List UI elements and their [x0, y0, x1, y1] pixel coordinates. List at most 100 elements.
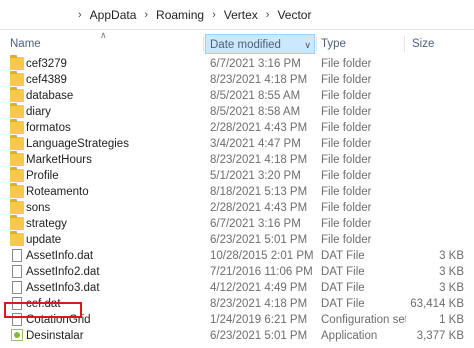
- breadcrumb: › AppData › Roaming › Vertex › Vector: [78, 8, 311, 22]
- list-item[interactable]: cef3279 6/7/2021 3:16 PM File folder: [0, 55, 474, 72]
- item-size: 3 KB: [439, 266, 464, 278]
- item-date: 3/4/2021 4:47 PM: [210, 138, 301, 150]
- folder-icon: [10, 71, 24, 86]
- item-date: 8/5/2021 8:55 AM: [210, 90, 301, 102]
- item-date: 6/7/2021 3:16 PM: [210, 58, 301, 70]
- item-date: 6/23/2021 5:01 PM: [210, 330, 308, 342]
- item-type: File folder: [321, 234, 372, 246]
- list-item[interactable]: Roteamento 8/18/2021 5:13 PM File folder: [0, 183, 474, 200]
- item-size: 3 KB: [439, 282, 464, 294]
- item-date: 8/23/2021 4:18 PM: [210, 298, 308, 310]
- item-type: Configuration sett...: [321, 314, 406, 326]
- column-header-row: ∧ Name Date modified ∨ Type Size: [0, 30, 474, 56]
- item-type: File folder: [321, 170, 372, 182]
- item-size: 1 KB: [439, 314, 464, 326]
- address-bar[interactable]: › AppData › Roaming › Vertex › Vector: [0, 0, 474, 30]
- column-divider[interactable]: [404, 36, 405, 52]
- item-name: AssetInfo3.dat: [26, 282, 100, 294]
- item-date: 2/28/2021 4:43 PM: [210, 202, 308, 214]
- item-date: 8/5/2021 8:58 AM: [210, 106, 301, 118]
- column-date-modified[interactable]: Date modified ∨: [205, 34, 315, 54]
- list-item[interactable]: Profile 5/1/2021 3:20 PM File folder: [0, 167, 474, 184]
- list-item[interactable]: database 8/5/2021 8:55 AM File folder: [0, 87, 474, 104]
- file-icon: [12, 249, 22, 262]
- item-name: cef3279: [26, 58, 67, 70]
- item-date: 1/24/2019 6:21 PM: [210, 314, 308, 326]
- item-date: 6/7/2021 3:16 PM: [210, 218, 301, 230]
- item-date: 4/12/2021 4:49 PM: [210, 282, 308, 294]
- item-type: File folder: [321, 202, 372, 214]
- list-item[interactable]: strategy 6/7/2021 3:16 PM File folder: [0, 215, 474, 232]
- item-name: formatos: [26, 122, 71, 134]
- list-item[interactable]: update 6/23/2021 5:01 PM File folder: [0, 231, 474, 248]
- item-name: database: [26, 90, 74, 102]
- breadcrumb-item[interactable]: Roaming: [156, 8, 204, 22]
- list-item[interactable]: AssetInfo.dat 10/28/2015 2:01 PM DAT File 3…: [0, 248, 474, 264]
- folder-icon: [10, 119, 24, 134]
- item-size: 63,414 KB: [410, 298, 464, 310]
- file-icon: [12, 281, 22, 294]
- item-name: update: [26, 234, 62, 246]
- list-item[interactable]: AssetInfo2.dat 7/21/2016 11:06 PM DAT File…: [0, 264, 474, 280]
- item-name: diary: [26, 106, 51, 118]
- breadcrumb-item[interactable]: Vector: [277, 8, 311, 22]
- item-name: Profile: [26, 170, 59, 182]
- item-name: cef4389: [26, 74, 67, 86]
- chevron-right-icon[interactable]: ›: [144, 9, 148, 21]
- item-type: File folder: [321, 74, 372, 86]
- file-icon: [12, 265, 22, 278]
- folder-icon: [10, 167, 24, 182]
- item-date: 7/21/2016 11:06 PM: [210, 266, 313, 278]
- column-divider[interactable]: [203, 36, 204, 52]
- folder-icon: [10, 55, 24, 70]
- list-item[interactable]: sons 2/28/2021 4:43 PM File folder: [0, 199, 474, 216]
- highlight-annotation: [4, 302, 82, 318]
- chevron-right-icon[interactable]: ›: [212, 9, 216, 21]
- item-date: 8/23/2021 4:18 PM: [210, 154, 308, 166]
- item-size: 3 KB: [439, 250, 464, 262]
- item-type: File folder: [321, 154, 372, 166]
- column-size[interactable]: Size: [412, 34, 462, 54]
- item-name: LanguageStrategies: [26, 138, 129, 150]
- item-date: 8/18/2021 5:13 PM: [210, 186, 308, 198]
- column-divider[interactable]: [316, 36, 317, 52]
- item-name: Roteamento: [26, 186, 89, 198]
- item-name: AssetInfo2.dat: [26, 266, 100, 278]
- column-type[interactable]: Type: [321, 34, 401, 54]
- item-type: File folder: [321, 186, 372, 198]
- list-item[interactable]: formatos 2/28/2021 4:43 PM File folder: [0, 119, 474, 136]
- item-size: 3,377 KB: [416, 330, 464, 342]
- item-type: DAT File: [321, 266, 365, 278]
- column-date-label: Date modified: [210, 39, 281, 51]
- item-type: Application: [321, 330, 378, 342]
- chevron-right-icon[interactable]: ›: [78, 9, 82, 21]
- list-item[interactable]: AssetInfo3.dat 4/12/2021 4:49 PM DAT File 3…: [0, 280, 474, 296]
- folder-icon: [10, 199, 24, 214]
- list-item[interactable]: MarketHours 8/23/2021 4:18 PM File folder: [0, 151, 474, 168]
- breadcrumb-item[interactable]: Vertex: [224, 8, 258, 22]
- chevron-down-icon[interactable]: ∨: [304, 35, 311, 55]
- folder-icon: [10, 151, 24, 166]
- list-item[interactable]: LanguageStrategies 3/4/2021 4:47 PM File f…: [0, 135, 474, 152]
- list-item[interactable]: diary 8/5/2021 8:58 AM File folder: [0, 103, 474, 120]
- item-type: File folder: [321, 106, 372, 118]
- item-type: DAT File: [321, 250, 365, 262]
- item-type: DAT File: [321, 298, 365, 310]
- chevron-right-icon[interactable]: ›: [266, 9, 270, 21]
- item-type: File folder: [321, 122, 372, 134]
- item-name: MarketHours: [26, 154, 92, 166]
- folder-icon: [10, 103, 24, 118]
- folder-icon: [10, 231, 24, 246]
- list-item[interactable]: cef4389 8/23/2021 4:18 PM File folder: [0, 71, 474, 88]
- breadcrumb-item[interactable]: AppData: [90, 8, 137, 22]
- folder-icon: [10, 135, 24, 150]
- item-date: 6/23/2021 5:01 PM: [210, 234, 308, 246]
- list-item[interactable]: Desinstalar 6/23/2021 5:01 PM Application 3…: [0, 328, 474, 344]
- item-type: File folder: [321, 218, 372, 230]
- column-name[interactable]: Name: [10, 34, 190, 54]
- item-date: 8/23/2021 4:18 PM: [210, 74, 308, 86]
- item-name: AssetInfo.dat: [26, 250, 94, 262]
- app-icon: [11, 329, 23, 341]
- folder-icon: [10, 215, 24, 230]
- folder-icon: [10, 87, 24, 102]
